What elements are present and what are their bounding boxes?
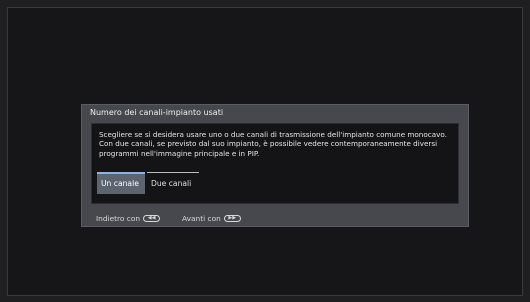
fast-forward-button-icon: ▶▶	[223, 215, 241, 222]
channel-options: Un canale Due canali	[97, 172, 217, 194]
dialog-body: Scegliere se si desidera usare uno o due…	[91, 123, 459, 204]
tv-screen: Numero dei canali-impianto usati Sceglie…	[7, 7, 523, 296]
next-label: Avanti con	[182, 214, 221, 223]
next-hint[interactable]: Avanti con ▶▶	[182, 214, 241, 223]
option-two-channels[interactable]: Due canali	[147, 172, 199, 194]
back-hint[interactable]: Indietro con ◀◀	[96, 214, 161, 223]
dialog-description: Scegliere se si desidera usare uno o due…	[99, 130, 447, 158]
rewind-button-icon: ◀◀	[143, 215, 161, 222]
channel-count-dialog: Numero dei canali-impianto usati Sceglie…	[81, 104, 469, 227]
option-one-channel[interactable]: Un canale	[97, 172, 145, 194]
dialog-title: Numero dei canali-impianto usati	[90, 108, 224, 117]
back-label: Indietro con	[96, 214, 141, 223]
